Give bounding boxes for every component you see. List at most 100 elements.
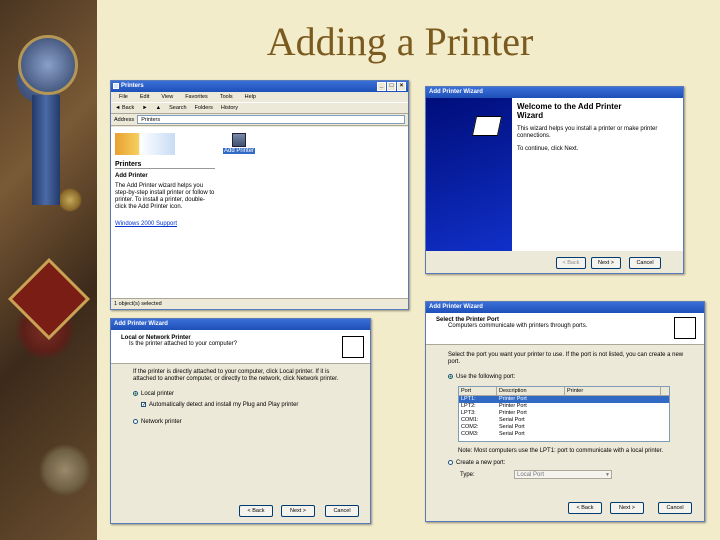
table-row[interactable]: COM2: Serial Port	[459, 424, 669, 431]
back-label: Back	[121, 105, 135, 111]
wizard-side-graphic	[426, 98, 512, 251]
printer-icon	[674, 317, 696, 339]
printer-graphic-icon	[471, 116, 503, 136]
window-title: Printers	[121, 83, 144, 89]
panel-text: The Add Printer wizard helps you step-by…	[115, 183, 215, 210]
checkbox-autodetect[interactable]: ✓	[141, 402, 146, 408]
local-body: If the printer is directly attached to y…	[133, 369, 353, 426]
port-header: Select the Printer Port Computers commun…	[426, 313, 704, 345]
use-port-option[interactable]: Use the following port:	[448, 374, 515, 380]
radio-local[interactable]	[133, 391, 138, 396]
local-description: If the printer is directly attached to y…	[133, 369, 339, 382]
menu-view[interactable]: View	[161, 92, 173, 102]
port-description: Select the port you want your printer to…	[448, 352, 684, 365]
local-subheading: Is the printer attached to your computer…	[129, 341, 238, 347]
cancel-button[interactable]: Cancel	[658, 502, 692, 514]
description-cell: Printer Port	[499, 410, 527, 416]
welcome-body: This wizard helps you install a printer …	[517, 126, 658, 139]
printers-titlebar: Printers _ □ ×	[111, 81, 408, 92]
autodetect-option[interactable]: ✓ Automatically detect and install my Plu…	[133, 402, 353, 409]
table-row[interactable]: LPT2: Printer Port	[459, 403, 669, 410]
support-link[interactable]: Windows 2000 Support	[115, 221, 215, 227]
next-button[interactable]: Next >	[281, 505, 315, 517]
back-button[interactable]: < Back	[568, 502, 602, 514]
cancel-button[interactable]: Cancel	[325, 505, 359, 517]
maximize-button[interactable]: □	[387, 82, 396, 91]
menu-favorites[interactable]: Favorites	[185, 92, 208, 102]
port-table: Port Description Printer LPT1: Printer Po…	[458, 386, 670, 442]
local-printer-option[interactable]: Local printer	[133, 391, 353, 398]
folders-button[interactable]: Folders	[195, 105, 213, 111]
radio-network[interactable]	[133, 419, 138, 425]
search-button[interactable]: Search	[169, 105, 186, 111]
port-table-header: Port Description Printer	[459, 387, 669, 396]
close-button[interactable]: ×	[397, 82, 406, 91]
back-button[interactable]: < Back	[556, 257, 586, 269]
printers-window: Printers _ □ × File Edit View Favorites …	[110, 80, 409, 310]
local-option-label: Local printer	[141, 391, 175, 398]
port-cell: LPT1:	[461, 396, 476, 402]
create-port-option[interactable]: Create a new port:	[448, 460, 505, 466]
printer-cell	[565, 424, 567, 431]
printer-cell	[565, 396, 567, 403]
address-bar: Address Printers	[111, 114, 408, 126]
add-printer-label: Add Printer	[223, 148, 256, 154]
port-type-label: Type:	[460, 472, 475, 478]
col-port[interactable]: Port	[459, 387, 497, 395]
table-row[interactable]: COM3: Serial Port	[459, 431, 669, 438]
add-printer-item[interactable]: Add Printer	[223, 133, 256, 154]
printer-cell	[565, 403, 567, 410]
description-cell: Serial Port	[499, 417, 525, 423]
use-port-label: Use the following port:	[456, 374, 516, 381]
radio-use-port[interactable]	[448, 374, 453, 379]
network-option-label: Network printer	[141, 419, 182, 426]
slide-title: Adding a Printer	[266, 19, 534, 64]
printer-folder-icon	[113, 83, 119, 89]
address-input[interactable]: Printers	[137, 115, 405, 124]
welcome-wizard-window: Add Printer Wizard Welcome to the Add Pr…	[425, 86, 684, 274]
printer-cell	[565, 410, 567, 417]
welcome-heading: Welcome to the Add Printer Wizard	[517, 102, 622, 120]
radio-create-port[interactable]	[448, 460, 453, 465]
menu-edit[interactable]: Edit	[140, 92, 149, 102]
history-button[interactable]: History	[221, 105, 238, 111]
port-cell: LPT2:	[461, 403, 476, 409]
next-button[interactable]: Next >	[610, 502, 644, 514]
table-row[interactable]: LPT1: Printer Port	[459, 396, 669, 403]
port-subheading: Computers communicate with printers thro…	[448, 323, 588, 329]
up-button[interactable]: ▲	[156, 105, 161, 111]
left-panel: Printers Add Printer The Add Printer wiz…	[115, 133, 215, 227]
col-printer[interactable]: Printer	[565, 387, 661, 395]
panel-heading: Printers	[115, 161, 215, 169]
minimize-button[interactable]: _	[377, 82, 386, 91]
description-cell: Printer Port	[499, 403, 527, 409]
forward-button[interactable]: ►	[142, 105, 147, 111]
add-printer-icon	[232, 133, 246, 147]
cross-medal-icon	[7, 257, 91, 341]
back-button[interactable]: ◄ Back	[115, 105, 134, 111]
welcome-titlebar: Add Printer Wizard	[426, 87, 683, 98]
port-type-value: Local Port	[517, 472, 545, 478]
toolbar: ◄ Back ► ▲ Search Folders History	[111, 102, 408, 114]
menu-tools[interactable]: Tools	[220, 92, 233, 102]
port-cell: COM1:	[461, 417, 479, 423]
menu-help[interactable]: Help	[245, 92, 256, 102]
decorative-medals-image	[0, 0, 97, 540]
port-type-select[interactable]: Local Port ▼	[514, 470, 612, 479]
local-header: Local or Network Printer Is the printer …	[111, 330, 370, 364]
cancel-button[interactable]: Cancel	[629, 257, 661, 269]
description-cell: Printer Port	[499, 396, 527, 402]
network-printer-option[interactable]: Network printer	[133, 419, 353, 426]
menu-file[interactable]: File	[119, 92, 128, 102]
table-row[interactable]: COM1: Serial Port	[459, 417, 669, 424]
local-titlebar: Add Printer Wizard	[111, 319, 370, 330]
printer-icon	[342, 336, 364, 358]
next-button[interactable]: Next >	[591, 257, 621, 269]
table-row[interactable]: LPT3: Printer Port	[459, 410, 669, 417]
port-cell: COM3:	[461, 431, 479, 437]
printers-folder-graphic	[115, 133, 175, 155]
panel-subheading: Add Printer	[115, 173, 148, 179]
menu-bar: File Edit View Favorites Tools Help	[111, 92, 408, 102]
back-button[interactable]: < Back	[239, 505, 273, 517]
col-description[interactable]: Description	[497, 387, 565, 395]
